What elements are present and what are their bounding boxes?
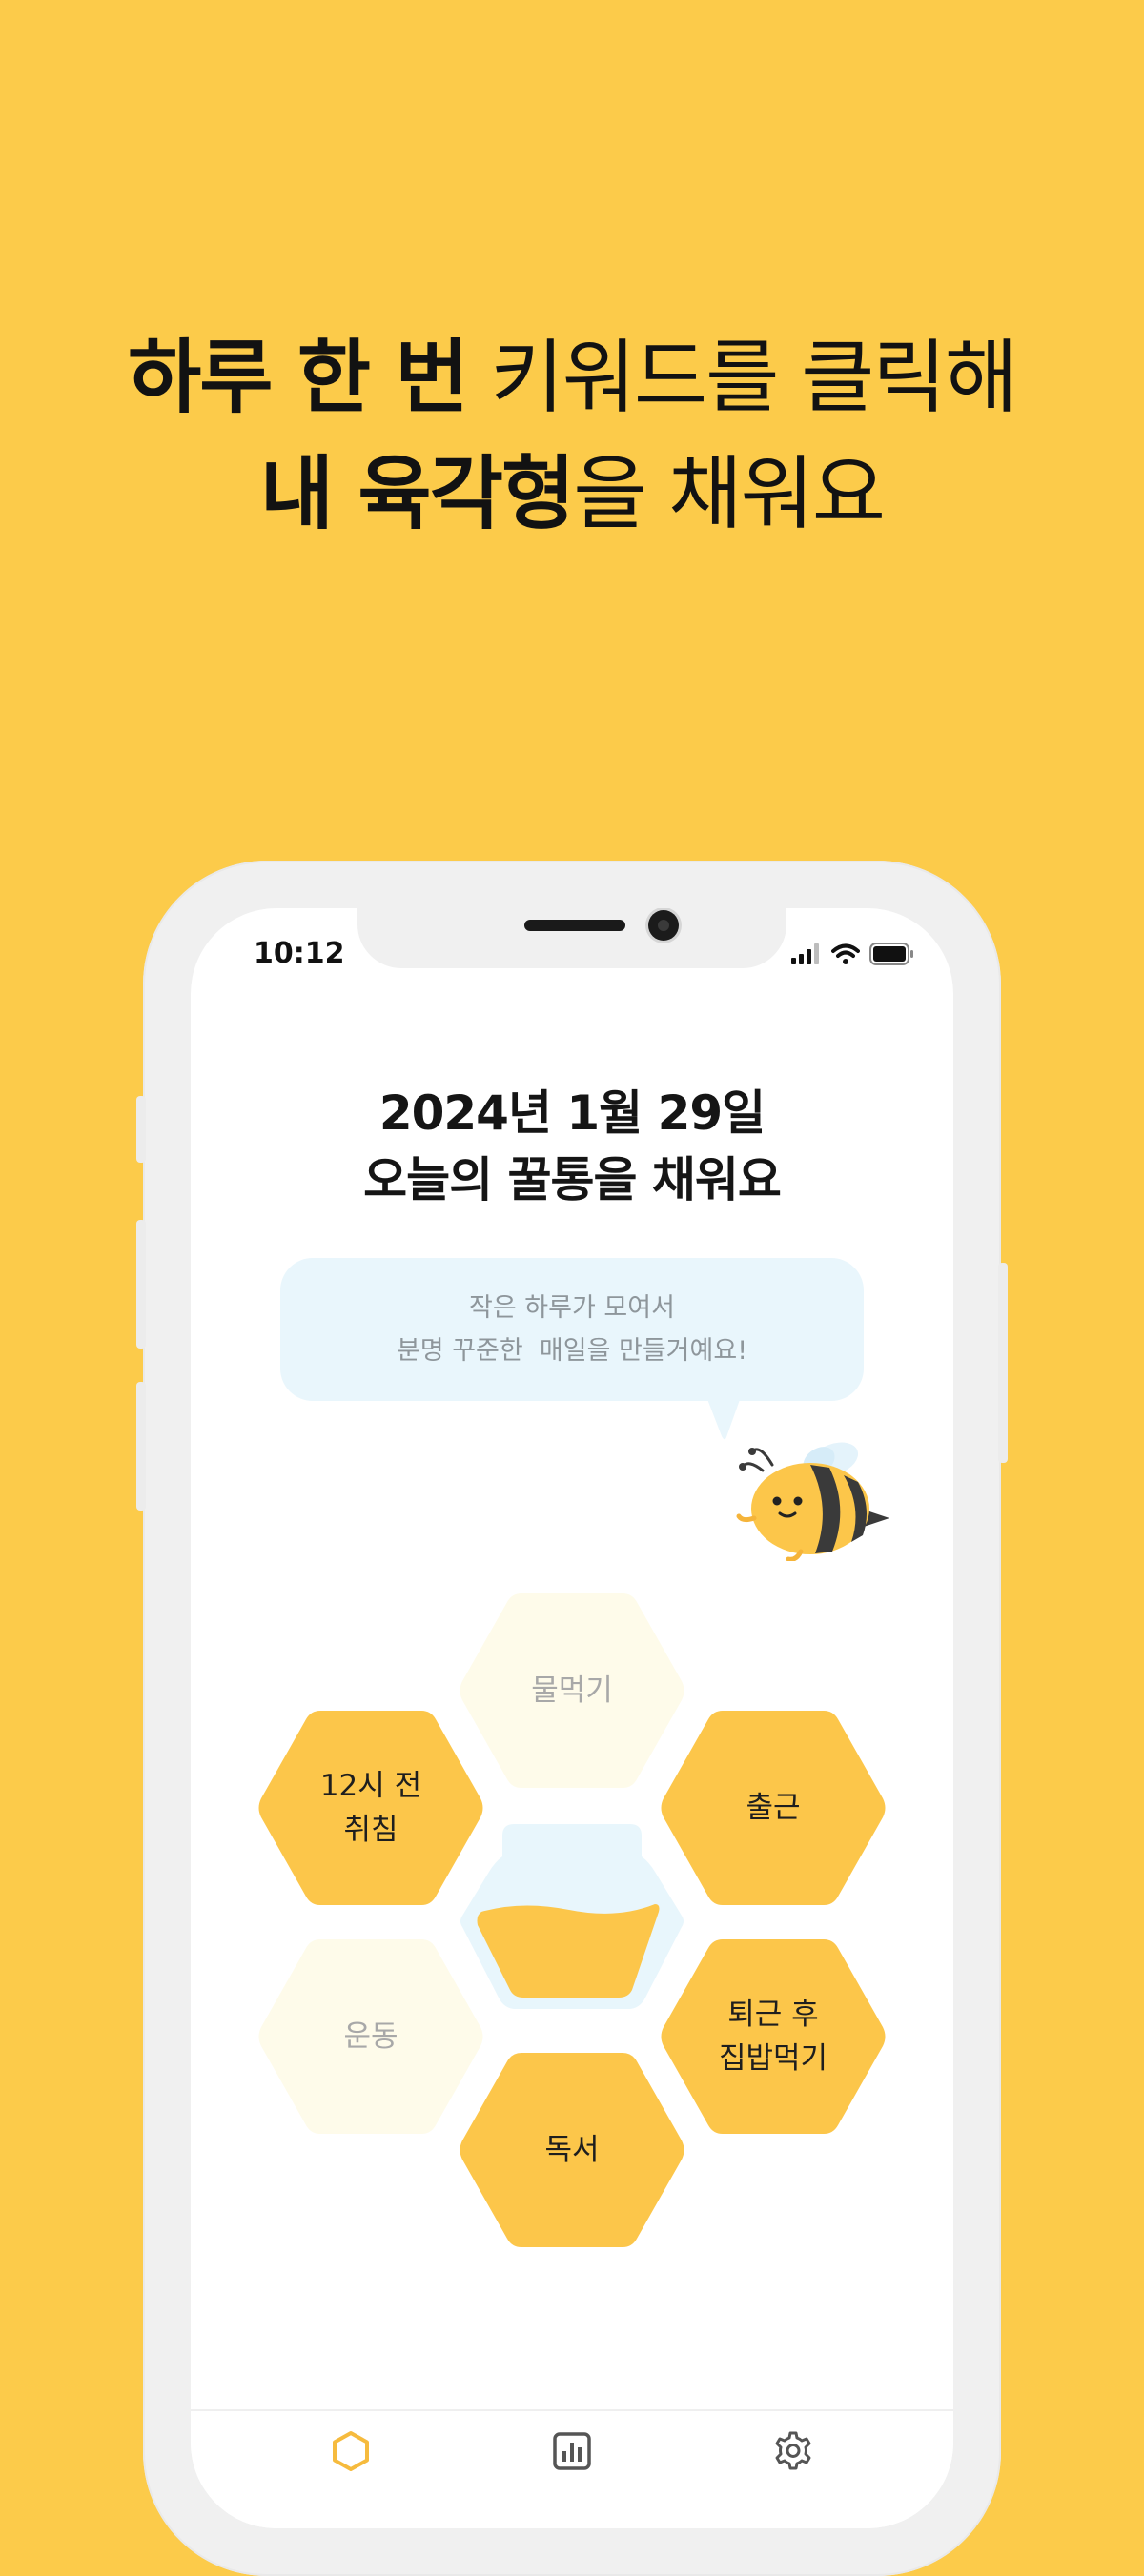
status-time: 10:12 [254,937,345,970]
wifi-icon [831,943,860,964]
side-button [136,1220,146,1349]
honey-jar [455,1816,689,2022]
hexagon-icon[interactable] [330,2430,372,2472]
hex-exercise[interactable]: 운동 [254,1934,488,2140]
bubble-line-2: 분명 꾸준한 매일을 만들거예요! [396,1336,748,1366]
side-button [136,1382,146,1511]
date-line: 2024년 1월 29일 [378,1085,766,1141]
hex-label: 독서 [544,2133,600,2167]
status-icons [791,943,915,965]
speech-bubble: 작은 하루가 모여서 분명 꾸준한 매일을 만들거예요! [280,1258,864,1401]
hex-label: 퇴근 후 집밥먹기 [718,1998,828,2076]
hex-label: 물먹기 [531,1673,613,1708]
headline: 하루 한 번 키워드를 클릭해 내 육각형을 채워요 [0,319,1144,552]
headline-line-2: 내 육각형을 채워요 [0,436,1144,552]
hex-commute[interactable]: 출근 [656,1705,890,1911]
page-title: 2024년 1월 29일 오늘의 꿀통을 채워요 [191,1080,953,1213]
camera [648,910,679,941]
subtitle: 오늘의 꿀통을 채워요 [363,1152,782,1207]
speaker [524,920,625,931]
hex-reading[interactable]: 독서 [455,2047,689,2253]
tab-bar [191,2409,953,2528]
app-screen: 10:12 2024년 1월 29일 오늘의 꿀통을 채워요 작은 하루가 모여… [191,908,953,2528]
signal-icon [791,943,819,964]
hex-label: 운동 [343,2019,398,2054]
headline-emphasis-2: 내 육각형 [259,447,575,540]
hex-home-meal[interactable]: 퇴근 후 집밥먹기 [656,1934,890,2140]
battery-icon [869,943,913,965]
gear-icon[interactable] [772,2430,814,2472]
honey-jar-icon [460,1824,684,2009]
headline-line-1: 하루 한 번 키워드를 클릭해 [0,319,1144,436]
bee-mascot-icon [736,1442,889,1561]
hex-label: 출근 [746,1791,801,1825]
headline-text-1: 키워드를 클릭해 [466,331,1018,424]
notch [358,908,786,968]
side-button [136,1096,146,1163]
hex-sleep[interactable]: 12시 전 취침 [254,1705,488,1911]
chart-icon[interactable] [551,2430,593,2472]
hex-label: 12시 전 취침 [319,1769,422,1847]
headline-emphasis-1: 하루 한 번 [128,331,469,424]
bubble-line-1: 작은 하루가 모여서 [469,1293,675,1323]
hex-water[interactable]: 물먹기 [455,1588,689,1794]
headline-text-2: 을 채워요 [573,447,886,540]
side-button [998,1263,1008,1463]
